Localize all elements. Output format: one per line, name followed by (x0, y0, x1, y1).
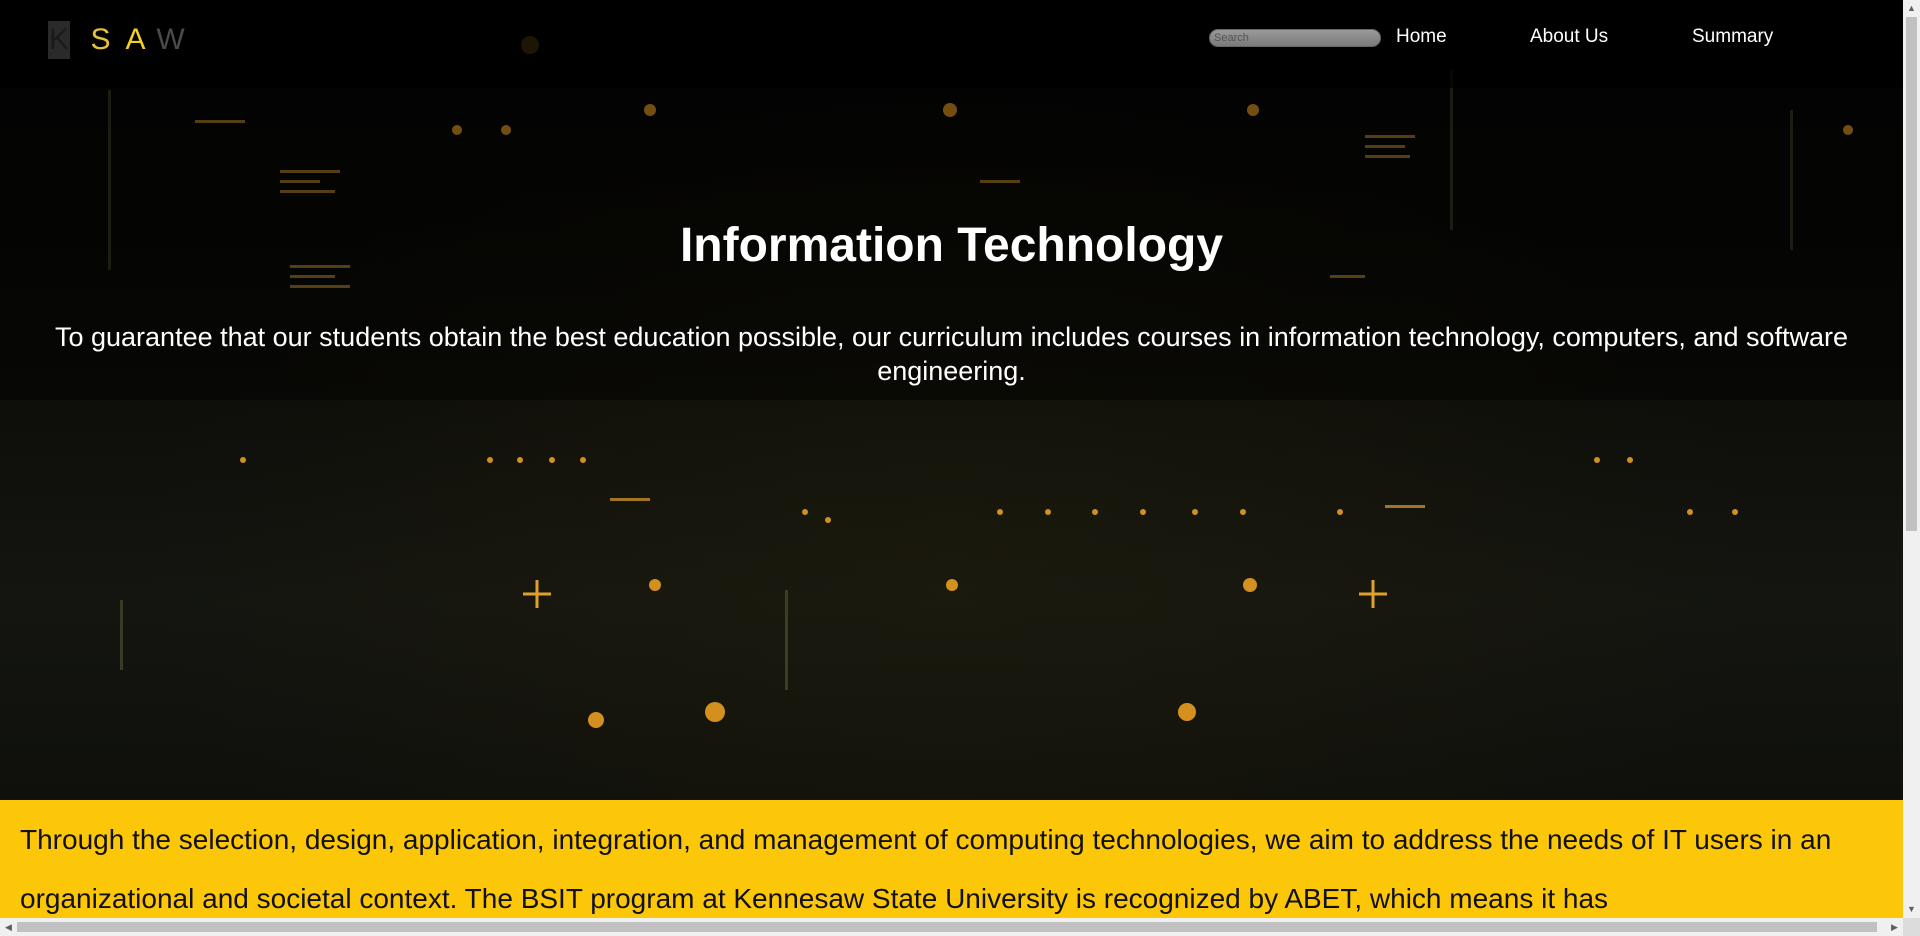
search-input[interactable] (1209, 29, 1381, 47)
navbar: K S A W Home About Us Summary (0, 0, 1903, 88)
nav-link-home[interactable]: Home (1396, 26, 1447, 48)
arrow-down-icon[interactable]: ▼ (1903, 901, 1920, 918)
nav-link-summary[interactable]: Summary (1692, 26, 1773, 48)
hero-subtitle: To guarantee that our students obtain th… (54, 322, 1849, 386)
logo-letter-a: A (125, 23, 146, 56)
nav-link-about-us[interactable]: About Us (1530, 26, 1608, 48)
page: K S A W Home About Us Summary Informatio… (0, 0, 1903, 918)
horizontal-scrollbar[interactable]: ◀ ▶ (0, 918, 1903, 936)
intro-text: Through the selection, design, applicati… (20, 824, 1832, 914)
logo-letter-w: W (156, 23, 185, 56)
hero-title: Information Technology (679, 219, 1224, 272)
vertical-scroll-thumb[interactable] (1906, 17, 1917, 531)
arrow-left-icon[interactable]: ◀ (0, 918, 17, 936)
scrollbar-corner (1903, 918, 1920, 936)
horizontal-scroll-thumb[interactable] (17, 922, 1877, 932)
intro-section: Through the selection, design, applicati… (0, 800, 1903, 918)
site-logo[interactable]: K S A W (48, 20, 188, 60)
arrow-right-icon[interactable]: ▶ (1886, 918, 1903, 936)
arrow-up-icon[interactable]: ▲ (1903, 0, 1920, 17)
vertical-scrollbar[interactable]: ▲ ▼ (1903, 0, 1920, 918)
logo-letter-k: K (48, 21, 70, 59)
logo-letter-s: S (90, 23, 111, 56)
